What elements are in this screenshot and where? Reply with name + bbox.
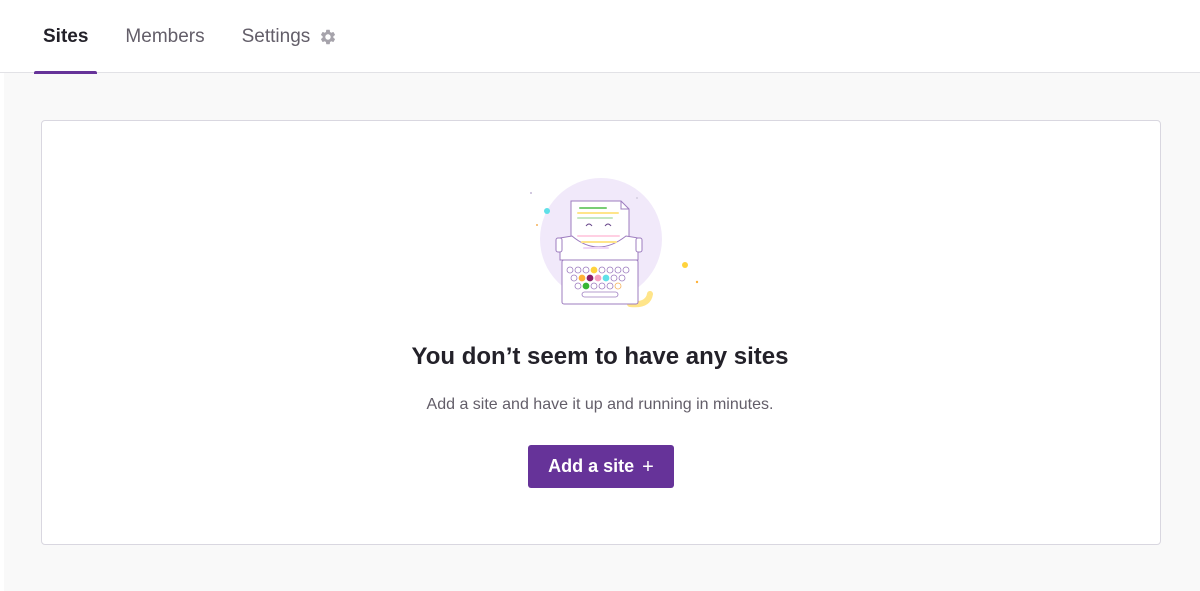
tab-settings[interactable]: Settings <box>233 0 347 73</box>
tab-bar: Sites Members Settings <box>34 0 365 74</box>
left-edge <box>0 0 4 591</box>
add-site-button-label: Add a site <box>548 456 635 476</box>
tab-sites-label: Sites <box>43 25 89 47</box>
plus-icon: + <box>642 455 654 478</box>
tab-members-label: Members <box>125 25 205 47</box>
typewriter-illustration <box>526 176 706 321</box>
empty-state-description: Add a site and have it up and running in… <box>426 396 774 413</box>
tab-sites[interactable]: Sites <box>34 0 98 74</box>
tab-members[interactable]: Members <box>116 0 213 73</box>
empty-state-title: You don’t seem to have any sites <box>411 343 789 370</box>
gear-icon <box>319 28 337 46</box>
tab-settings-label: Settings <box>241 25 311 47</box>
add-site-button[interactable]: Add a site + <box>528 445 674 488</box>
top-navigation: Sites Members Settings <box>0 0 1200 74</box>
